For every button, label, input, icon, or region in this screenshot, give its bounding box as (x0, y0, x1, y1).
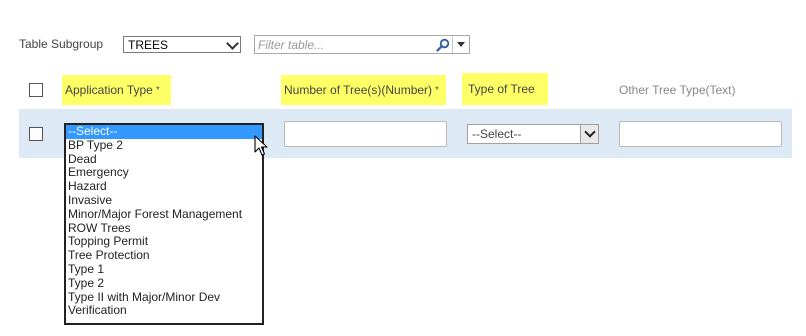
select-all-checkbox[interactable] (29, 83, 43, 97)
filter-table-box (254, 35, 470, 54)
row-select-checkbox[interactable] (29, 127, 43, 141)
application-type-option[interactable]: Dead (66, 152, 262, 167)
application-type-option[interactable]: BP Type 2 (66, 138, 262, 153)
type-of-tree-dropdown-button[interactable] (580, 125, 598, 143)
column-header-type-of-tree[interactable]: Type of Tree (462, 73, 548, 105)
column-header-label: Other Tree Type(Text) (619, 83, 736, 97)
required-marker: * (435, 85, 439, 96)
filter-options-dropdown-button[interactable] (452, 36, 470, 53)
application-type-option[interactable]: Emergency (66, 166, 262, 180)
type-of-tree-select[interactable]: --Select-- (467, 124, 599, 144)
required-marker: * (155, 85, 160, 96)
column-header-label: Application Type (65, 83, 153, 97)
table-subgroup-select[interactable]: TREES (123, 36, 241, 53)
search-icon[interactable] (436, 38, 450, 52)
mouse-pointer-icon (254, 135, 268, 156)
column-header-application-type[interactable]: Application Type * (62, 75, 171, 105)
other-tree-type-input[interactable] (619, 121, 782, 147)
application-type-option[interactable]: Type II with Major/Minor Dev (66, 290, 262, 305)
column-header-label: Type of Tree (468, 82, 535, 96)
application-type-option[interactable]: Topping Permit (66, 235, 262, 249)
application-type-option[interactable]: ROW Trees (66, 221, 262, 236)
filter-table-input[interactable] (255, 36, 436, 53)
application-type-option[interactable]: Tree Protection (66, 248, 262, 263)
type-of-tree-value: --Select-- (472, 127, 522, 141)
application-type-option[interactable]: Invasive (66, 193, 262, 208)
application-type-option[interactable]: Type 1 (66, 262, 262, 277)
table-subgroup-label: Table Subgroup (19, 37, 104, 51)
column-header-number-of-trees[interactable]: Number of Tree(s)(Number) * (281, 75, 446, 105)
table-subgroup-value: TREES (128, 38, 169, 52)
application-type-option[interactable]: Hazard (66, 179, 262, 194)
column-header-other-tree-type[interactable]: Other Tree Type(Text) (616, 75, 766, 105)
application-type-listbox[interactable]: --Select-- BP Type 2 Dead Emergency Haza… (64, 123, 264, 325)
caret-down-icon (457, 42, 465, 47)
application-type-option[interactable]: --Select-- (66, 125, 262, 139)
chevron-down-icon (226, 37, 239, 50)
application-type-option[interactable]: Type 2 (66, 276, 262, 291)
column-header-label: Number of Tree(s)(Number) (284, 83, 433, 97)
application-type-option[interactable]: Verification (66, 304, 262, 318)
number-of-trees-input[interactable] (284, 121, 447, 147)
application-type-option[interactable]: Minor/Major Forest Management (66, 207, 262, 222)
chevron-down-icon (584, 126, 596, 138)
